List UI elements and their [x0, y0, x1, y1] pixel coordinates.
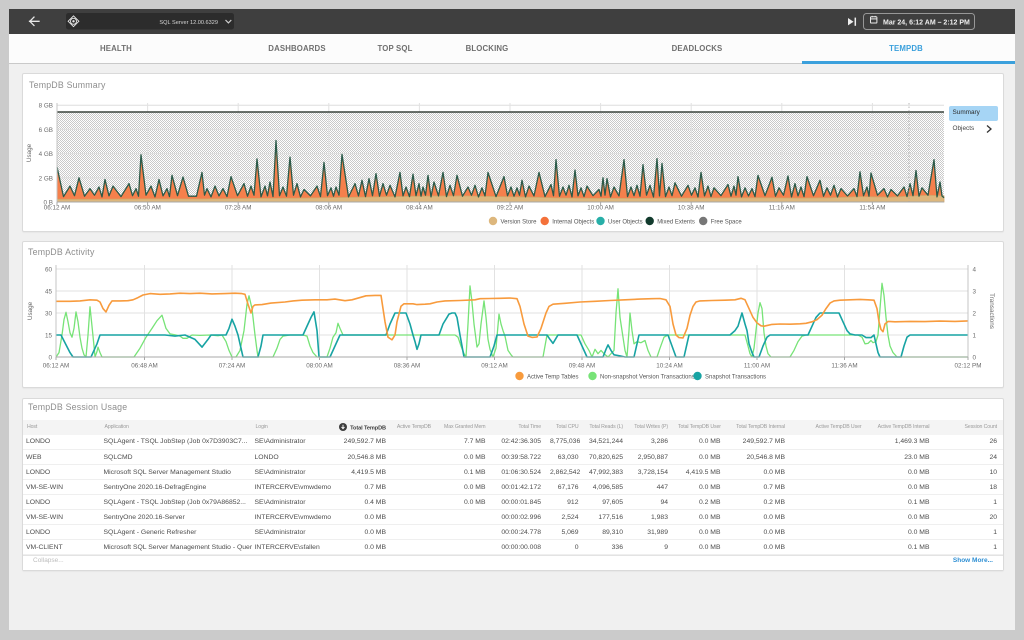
svg-text:10:00 AM: 10:00 AM [587, 205, 614, 212]
svg-text:3: 3 [973, 289, 977, 296]
svg-text:Active Temp Tables: Active Temp Tables [527, 375, 578, 381]
svg-text:06:48 AM: 06:48 AM [131, 363, 158, 370]
svg-text:Internal Objects: Internal Objects [552, 220, 594, 226]
svg-text:User Objects: User Objects [608, 220, 643, 226]
svg-text:10:38 AM: 10:38 AM [678, 205, 705, 212]
svg-text:Usage: Usage [26, 143, 33, 162]
svg-text:45: 45 [45, 289, 53, 296]
svg-text:11:36 AM: 11:36 AM [831, 363, 857, 370]
svg-text:02:12 PM: 02:12 PM [955, 363, 982, 370]
svg-text:09:12 AM: 09:12 AM [481, 363, 508, 370]
svg-text:11:54 AM: 11:54 AM [859, 205, 885, 212]
svg-text:Transactions: Transactions [988, 293, 995, 329]
svg-text:Non-snapshot Version Transacti: Non-snapshot Version Transactions [600, 375, 695, 381]
svg-text:07:24 AM: 07:24 AM [219, 363, 246, 370]
svg-text:4: 4 [973, 267, 977, 274]
svg-text:08:00 AM: 08:00 AM [306, 363, 333, 370]
svg-text:8 GB: 8 GB [39, 103, 53, 110]
svg-text:09:48 AM: 09:48 AM [569, 363, 596, 370]
svg-text:06:12 AM: 06:12 AM [43, 363, 70, 370]
svg-text:07:28 AM: 07:28 AM [225, 205, 252, 212]
svg-text:60: 60 [45, 267, 53, 274]
svg-text:30: 30 [45, 311, 53, 318]
svg-text:Version Store: Version Store [501, 220, 538, 226]
svg-text:2: 2 [973, 311, 977, 318]
svg-text:0: 0 [973, 355, 977, 362]
svg-text:1: 1 [973, 333, 977, 340]
svg-text:11:16 AM: 11:16 AM [769, 205, 795, 212]
svg-text:08:36 AM: 08:36 AM [394, 363, 421, 370]
svg-text:15: 15 [45, 333, 53, 340]
svg-text:11:00 AM: 11:00 AM [744, 363, 770, 370]
svg-text:08:06 AM: 08:06 AM [315, 205, 342, 212]
svg-text:08:44 AM: 08:44 AM [406, 205, 433, 212]
svg-text:4 GB: 4 GB [39, 151, 53, 158]
svg-text:0: 0 [48, 355, 52, 362]
svg-text:06:50 AM: 06:50 AM [134, 205, 161, 212]
svg-text:09:22 AM: 09:22 AM [497, 205, 524, 212]
svg-text:6 GB: 6 GB [39, 127, 53, 134]
svg-text:Mixed Extents: Mixed Extents [657, 220, 695, 226]
svg-text:Free Space: Free Space [711, 220, 743, 226]
svg-text:06:12 AM: 06:12 AM [44, 205, 71, 212]
svg-text:2 GB: 2 GB [39, 175, 53, 182]
svg-text:10:24 AM: 10:24 AM [656, 363, 683, 370]
svg-text:Snapshot Transactions: Snapshot Transactions [705, 375, 766, 381]
svg-text:Usage: Usage [27, 301, 34, 320]
